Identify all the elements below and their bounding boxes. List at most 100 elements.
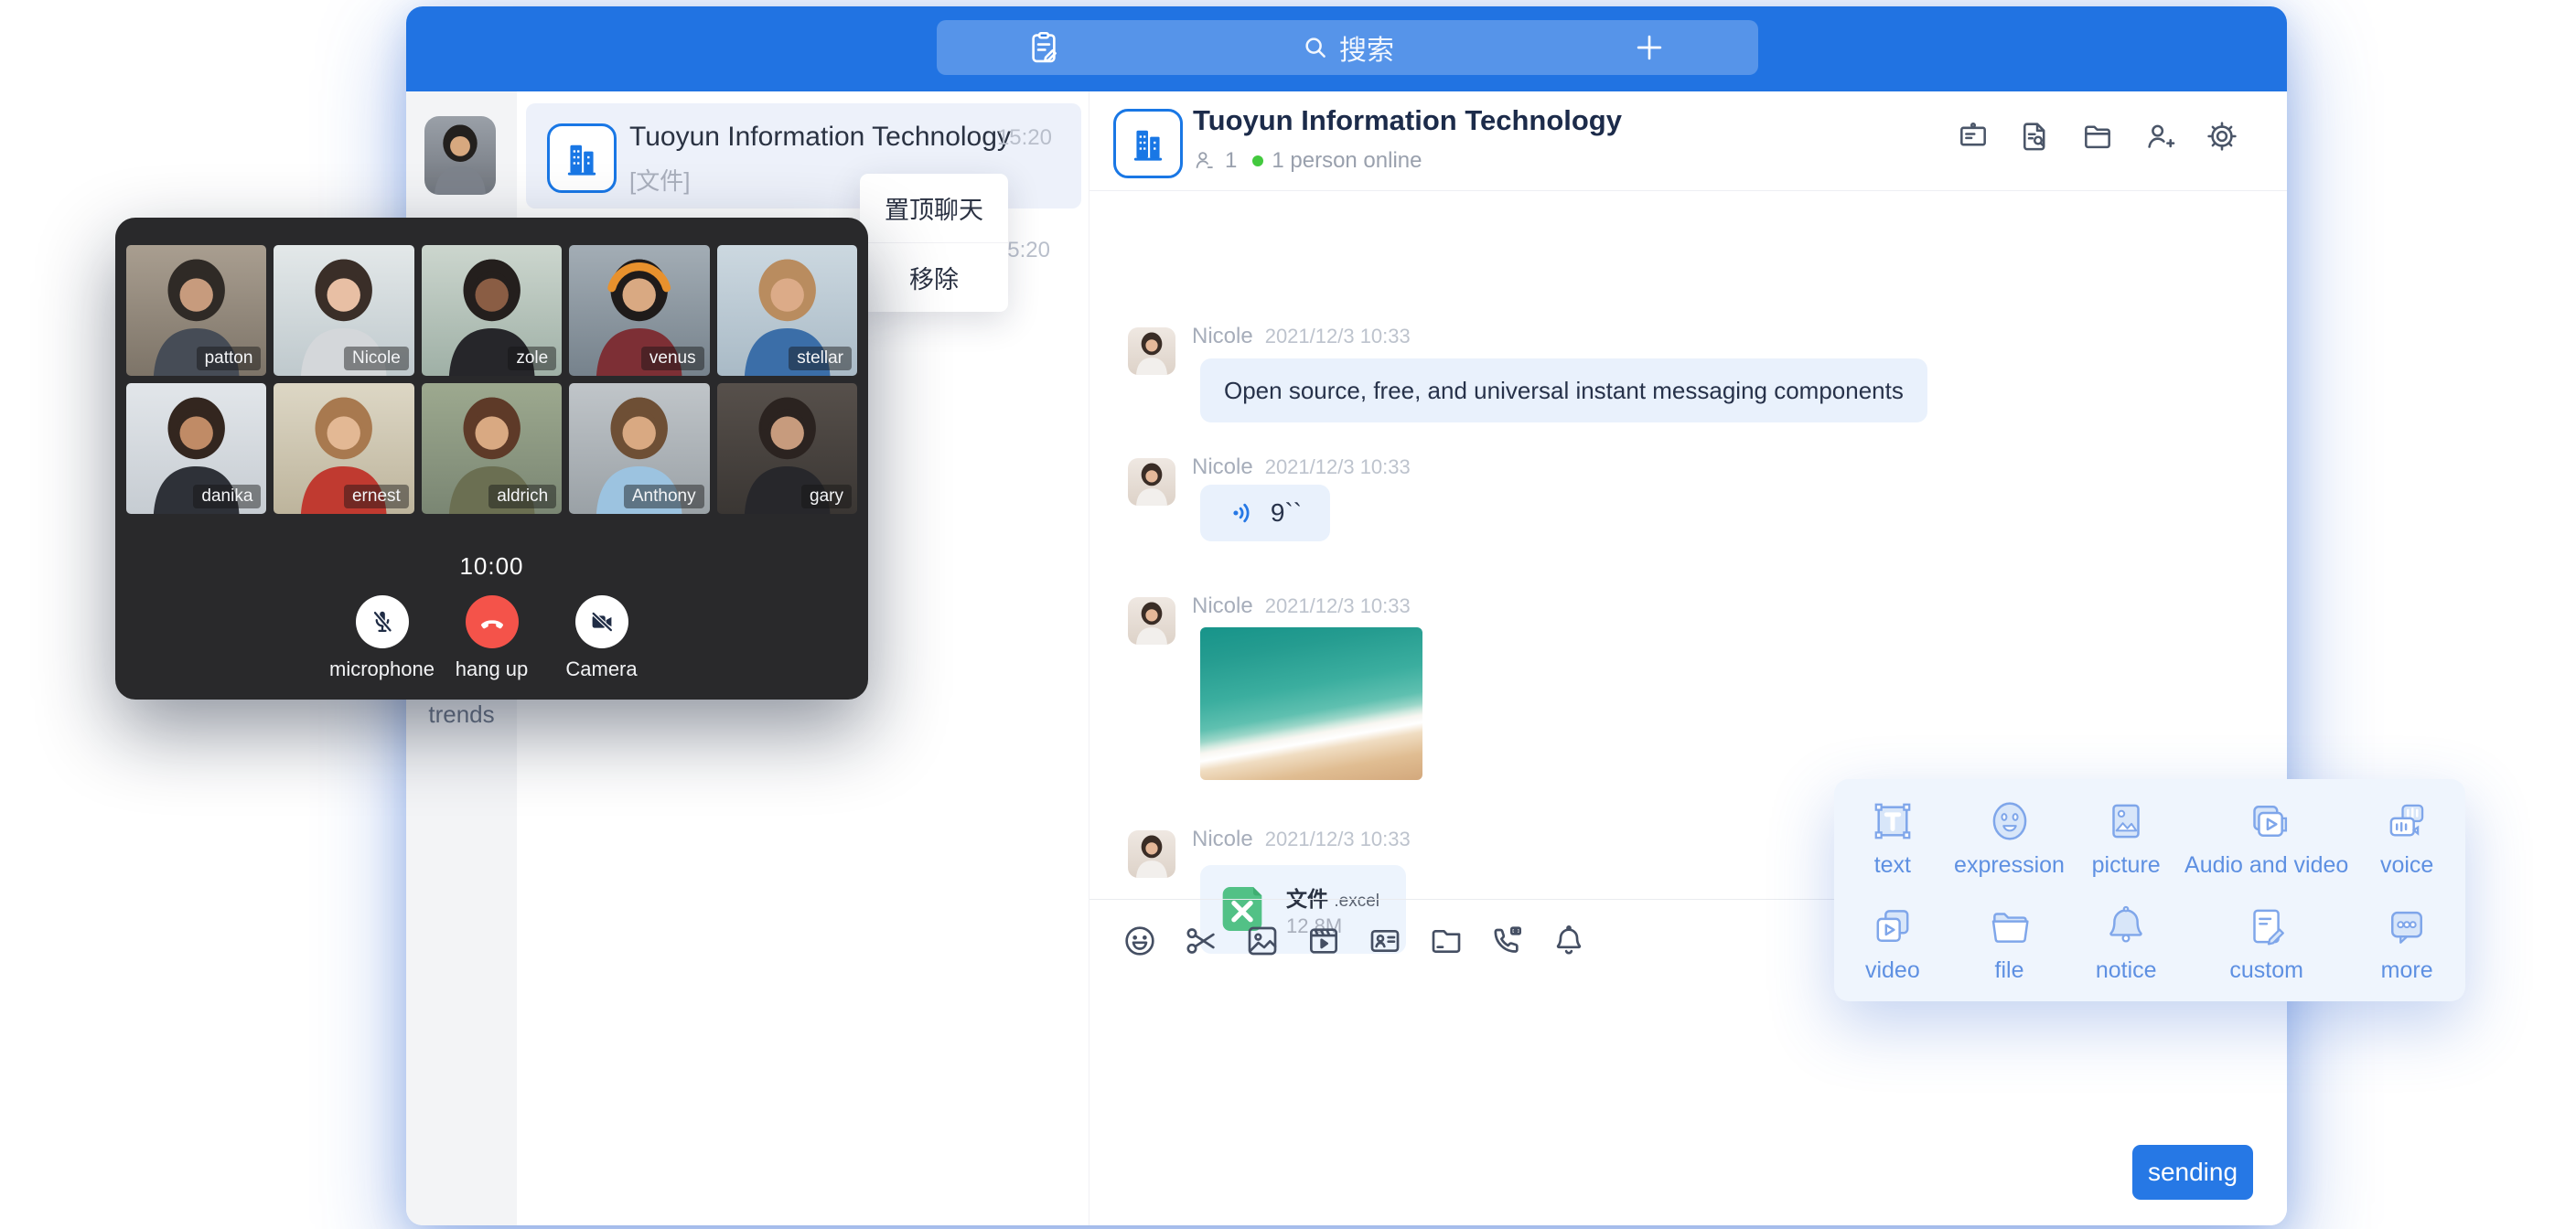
participant-name: danika xyxy=(193,485,261,508)
conversation-context-menu: 置顶聊天 移除 xyxy=(860,174,1008,312)
panel-item-custom[interactable]: custom xyxy=(2184,891,2348,997)
notice-icon xyxy=(2101,902,2151,951)
file-icon[interactable] xyxy=(1428,923,1465,959)
voice-duration: 9`` xyxy=(1271,498,1302,528)
search-bar[interactable]: 搜索 xyxy=(937,20,1758,75)
participant-name: ernest xyxy=(344,485,409,508)
notification-icon[interactable] xyxy=(1551,923,1587,959)
camera-control: Camera xyxy=(547,595,657,681)
top-bar: 搜索 xyxy=(406,6,2287,91)
participant-name: gary xyxy=(801,485,852,508)
conversation-time: 15:20 xyxy=(997,125,1052,151)
microphone-off-icon xyxy=(368,607,397,636)
screenshot-icon[interactable] xyxy=(1183,923,1219,959)
avatar[interactable] xyxy=(1128,830,1175,878)
custom-icon xyxy=(2242,902,2292,951)
emoji-icon[interactable] xyxy=(1122,923,1158,959)
send-button[interactable]: sending xyxy=(2132,1145,2253,1200)
panel-item-video[interactable]: video xyxy=(1834,891,1951,997)
menu-item-pin-chat[interactable]: 置顶聊天 xyxy=(860,174,1008,242)
participant-name: venus xyxy=(641,347,704,370)
panel-item-audio-video[interactable]: Audio and video xyxy=(2184,785,2348,891)
participant-name: Nicole xyxy=(344,347,409,370)
conversation-last-message: [文件] xyxy=(629,163,690,197)
microphone-label: microphone xyxy=(329,657,435,681)
video-call-icon[interactable] xyxy=(1489,923,1526,959)
search-icon xyxy=(1301,33,1330,62)
avatar[interactable] xyxy=(1128,327,1175,375)
text-message-bubble: Open source, free, and universal instant… xyxy=(1200,358,1927,422)
hangup-button[interactable] xyxy=(466,595,519,648)
hangup-control: hang up xyxy=(437,595,547,681)
video-icon[interactable] xyxy=(1305,923,1342,959)
panel-item-expression[interactable]: expression xyxy=(1951,785,2068,891)
more-icon xyxy=(2382,902,2431,951)
participant-tile: zole xyxy=(422,245,562,376)
participant-grid: patton Nicole zole venus stellar danika xyxy=(115,218,868,514)
avatar[interactable] xyxy=(1128,597,1175,645)
panel-item-voice[interactable]: voice xyxy=(2348,785,2465,891)
sender-name: Nicole xyxy=(1192,827,1253,852)
page: 搜索 trends xyxy=(0,0,2576,1229)
folder-icon[interactable] xyxy=(2080,119,2115,154)
image-message[interactable] xyxy=(1200,627,1422,780)
participant-tile: gary xyxy=(717,383,857,514)
participant-name: Anthony xyxy=(624,485,704,508)
online-status: 1 person online xyxy=(1272,148,1422,174)
message-meta: Nicole 2021/12/3 10:33 xyxy=(1192,593,1411,619)
voice-message-bubble[interactable]: 9`` xyxy=(1200,485,1330,541)
panel-item-more[interactable]: more xyxy=(2348,891,2465,997)
sender-name: Nicole xyxy=(1192,454,1253,480)
panel-item-picture[interactable]: picture xyxy=(2067,785,2184,891)
participant-tile: ernest xyxy=(274,383,413,514)
text-icon xyxy=(1868,796,1917,846)
participant-tile: Anthony xyxy=(569,383,709,514)
chat-title: Tuoyun Information Technology xyxy=(1193,104,1622,137)
add-member-icon[interactable] xyxy=(2142,119,2177,154)
contact-card-icon[interactable] xyxy=(1367,923,1403,959)
participant-tile: danika xyxy=(126,383,266,514)
message-time: 2021/12/3 10:33 xyxy=(1265,594,1411,618)
plus-icon[interactable] xyxy=(1632,30,1667,65)
call-controls: microphone hang up xyxy=(115,595,868,681)
settings-icon[interactable] xyxy=(2205,119,2239,154)
sender-name: Nicole xyxy=(1192,593,1253,619)
microphone-control: microphone xyxy=(327,595,437,681)
file-search-icon[interactable] xyxy=(2018,119,2053,154)
group-icon xyxy=(1113,109,1183,178)
participant-tile: venus xyxy=(569,245,709,376)
announcement-icon[interactable] xyxy=(1956,119,1991,154)
message-time: 2021/12/3 10:33 xyxy=(1265,828,1411,851)
conversation-title: Tuoyun Information Technology xyxy=(629,122,1011,153)
hangup-label: hang up xyxy=(456,657,529,681)
call-timer: 10:00 xyxy=(115,552,868,581)
microphone-button[interactable] xyxy=(356,595,409,648)
participant-tile: patton xyxy=(126,245,266,376)
participant-name: stellar xyxy=(789,347,852,370)
sender-name: Nicole xyxy=(1192,324,1253,349)
group-icon xyxy=(547,123,617,193)
voice-wave-icon xyxy=(1229,497,1260,529)
panel-item-file[interactable]: file xyxy=(1951,891,2068,997)
panel-item-notice[interactable]: notice xyxy=(2067,891,2184,997)
chat-panel: Tuoyun Information Technology 1 1 person… xyxy=(1089,91,2287,1225)
camera-label: Camera xyxy=(565,657,637,681)
trends-label: trends xyxy=(406,700,517,729)
audio-video-icon xyxy=(2242,796,2292,846)
hangup-icon xyxy=(477,606,508,637)
image-icon[interactable] xyxy=(1244,923,1281,959)
message-meta: Nicole 2021/12/3 10:33 xyxy=(1192,827,1411,852)
video-icon xyxy=(1868,902,1917,951)
online-dot xyxy=(1252,155,1263,166)
my-avatar[interactable] xyxy=(424,116,496,195)
camera-button[interactable] xyxy=(575,595,628,648)
avatar[interactable] xyxy=(1128,458,1175,506)
participant-name: patton xyxy=(197,347,262,370)
voice-icon xyxy=(2382,796,2431,846)
chat-header-actions xyxy=(1956,119,2239,154)
menu-item-remove[interactable]: 移除 xyxy=(860,242,1008,312)
panel-item-text[interactable]: text xyxy=(1834,785,1951,891)
participant-tile: aldrich xyxy=(422,383,562,514)
message-meta: Nicole 2021/12/3 10:33 xyxy=(1192,324,1411,349)
chat-subtitle: 1 1 person online xyxy=(1193,148,1422,174)
